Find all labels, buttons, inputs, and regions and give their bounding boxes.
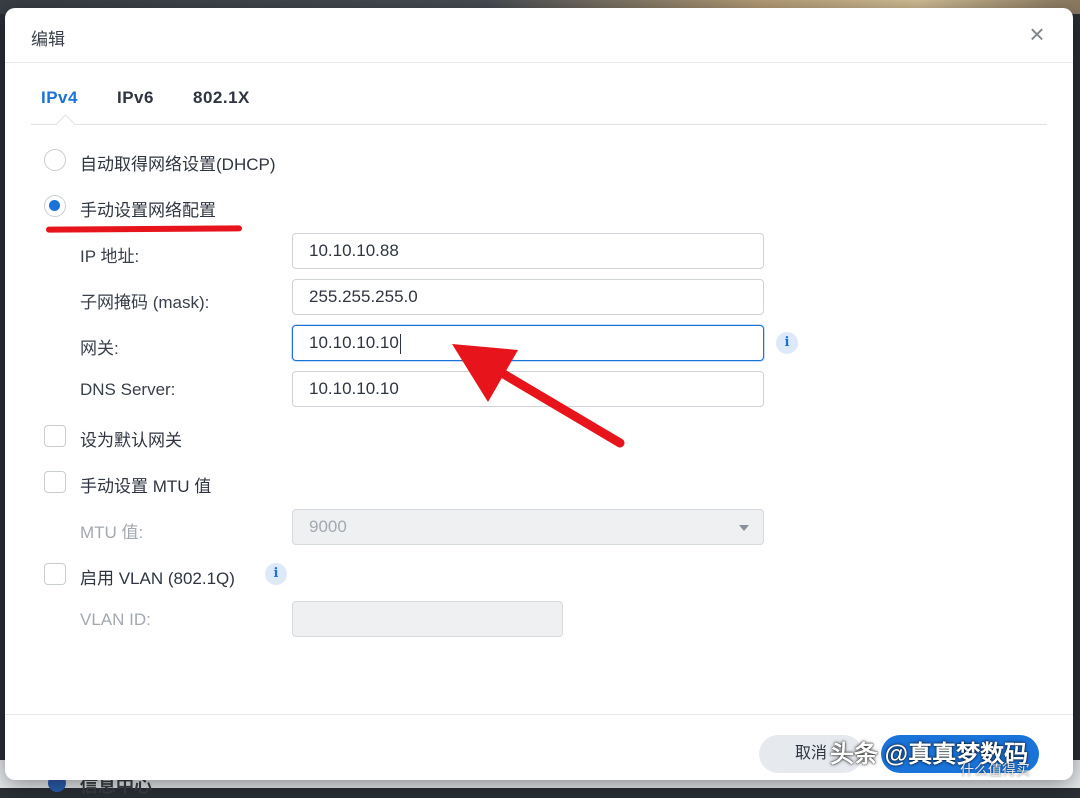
close-icon[interactable]: × <box>1023 20 1051 48</box>
watermark-small-text: 什么值得买 <box>960 762 1030 778</box>
vlan-label: 启用 VLAN (802.1Q) <box>80 569 235 588</box>
ip-address-input[interactable]: 10.10.10.88 <box>292 233 764 269</box>
dhcp-radio[interactable] <box>44 149 66 171</box>
manual-config-radio[interactable] <box>44 195 66 217</box>
default-gateway-checkbox[interactable] <box>44 425 66 447</box>
text-caret <box>399 333 401 354</box>
chevron-down-icon <box>739 525 749 531</box>
manual-mtu-checkbox[interactable] <box>44 471 66 493</box>
tab-ipv6[interactable]: IPv6 <box>117 88 154 108</box>
mtu-value: 9000 <box>309 517 347 536</box>
gateway-value: 10.10.10.10 <box>309 333 399 352</box>
gateway-info-icon[interactable]: i <box>776 332 798 354</box>
ip-address-label: IP 地址: <box>80 247 140 266</box>
dialog-title: 编辑 <box>31 30 65 49</box>
mtu-value-select[interactable]: 9000 <box>292 509 764 545</box>
default-gateway-label: 设为默认网关 <box>80 431 182 450</box>
dhcp-label: 自动取得网络设置(DHCP) <box>80 155 276 174</box>
vlan-info-icon[interactable]: i <box>265 563 287 585</box>
subnet-mask-label: 子网掩码 (mask): <box>80 293 210 312</box>
red-arrow-annotation <box>452 344 625 448</box>
manual-mtu-label: 手动设置 MTU 值 <box>80 477 212 496</box>
vlan-id-input[interactable] <box>292 601 563 637</box>
subnet-mask-input[interactable]: 255.255.255.0 <box>292 279 764 315</box>
dialog-title-bar: 编辑 × <box>5 8 1073 63</box>
dns-server-label: DNS Server: <box>80 380 176 399</box>
tab-ipv4[interactable]: IPv4 <box>41 88 78 108</box>
vlan-id-label: VLAN ID: <box>80 610 151 629</box>
tab-8021x[interactable]: 802.1X <box>193 88 250 108</box>
vlan-checkbox[interactable] <box>44 563 66 585</box>
gateway-label: 网关: <box>80 339 119 358</box>
tab-bar: IPv4 IPv6 802.1X <box>31 84 1047 133</box>
mtu-value-label: MTU 值: <box>80 523 144 542</box>
active-tab-pointer <box>56 114 75 133</box>
manual-config-label: 手动设置网络配置 <box>80 201 216 220</box>
